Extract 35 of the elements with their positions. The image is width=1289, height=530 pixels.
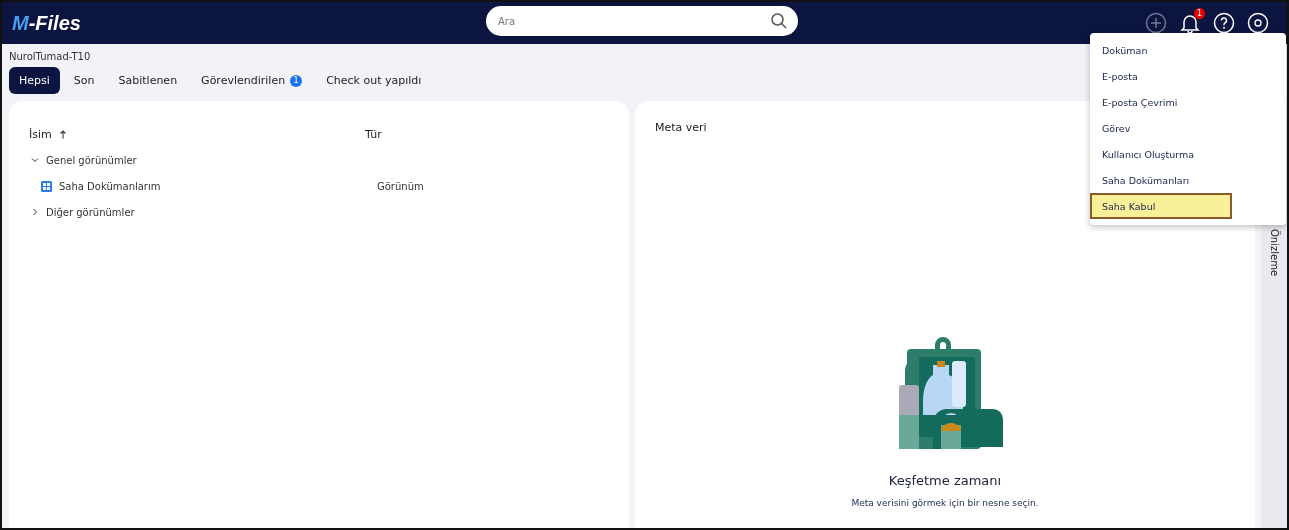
user-avatar-icon[interactable]: [1247, 12, 1269, 34]
tab[interactable]: Hepsi: [9, 67, 60, 94]
menu-item[interactable]: Saha Dokümanları: [1090, 167, 1286, 193]
chevron-icon[interactable]: [31, 156, 39, 164]
menu-item[interactable]: Doküman: [1090, 37, 1286, 63]
view-icon: [41, 180, 52, 192]
logo: M-Files: [12, 11, 81, 35]
sort-arrow-icon[interactable]: [58, 129, 67, 139]
search-icon[interactable]: [770, 12, 788, 30]
menu-item[interactable]: E-posta Çevrimi: [1090, 89, 1286, 115]
tab[interactable]: Sabitlenen: [108, 67, 188, 94]
column-header[interactable]: Tür: [365, 127, 382, 141]
column-header[interactable]: İsim: [29, 127, 52, 141]
menu-item[interactable]: Görev: [1090, 115, 1286, 141]
chevron-icon[interactable]: [31, 208, 39, 216]
search-field[interactable]: Ara: [486, 6, 798, 36]
tab[interactable]: Check out yapıldı: [316, 67, 432, 94]
vault-name: NurolTumad-T10: [9, 51, 92, 62]
tree-item[interactable]: Saha Dokümanlarım: [59, 180, 161, 192]
menu-item[interactable]: Kullanıcı Oluşturma: [1090, 141, 1286, 167]
panel-title: Meta veri: [655, 121, 707, 134]
tab[interactable]: Görevlendirilen 1: [191, 67, 313, 94]
menu-item[interactable]: E-posta: [1090, 63, 1286, 89]
notification-badge: 1: [1194, 8, 1205, 19]
empty-state-text: Meta verisini görmek için bir nesne seçin.: [851, 498, 1039, 508]
table-cell: Görünüm: [377, 180, 424, 192]
menu-item[interactable]: Saha Kabul: [1090, 193, 1232, 219]
empty-state-title: Keşfetme zamanı: [888, 473, 1002, 488]
tab[interactable]: Son: [63, 67, 105, 94]
tree-group[interactable]: Diğer görünümler: [46, 206, 135, 218]
help-icon[interactable]: [1213, 12, 1235, 34]
tree-group[interactable]: Genel görünümler: [46, 154, 137, 166]
count-badge: 1: [290, 74, 303, 87]
preview-tab[interactable]: Önizleme: [1268, 229, 1280, 277]
plus-circle-icon[interactable]: [1145, 12, 1167, 34]
